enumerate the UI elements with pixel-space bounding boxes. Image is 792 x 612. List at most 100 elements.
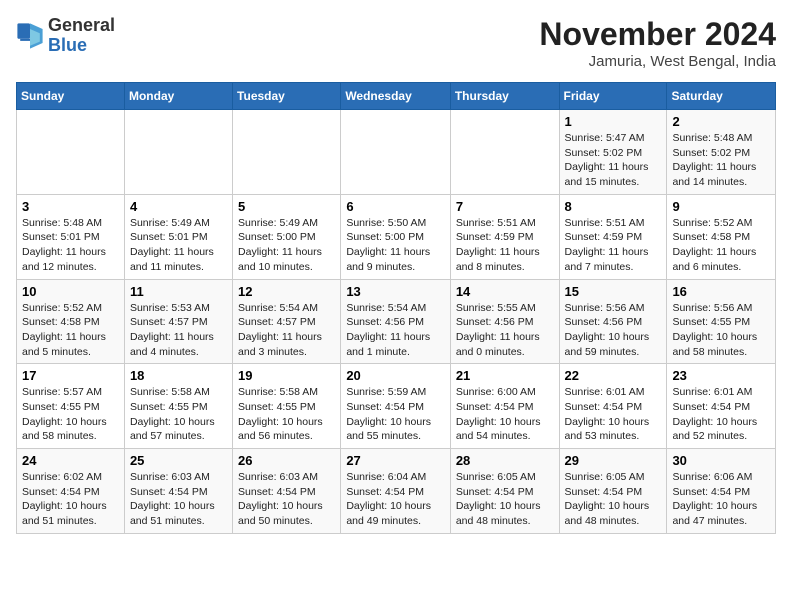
table-row: 5 Sunrise: 5:49 AMSunset: 5:00 PMDaylight…: [233, 194, 341, 279]
day-number: 8: [565, 199, 662, 214]
table-row: 9 Sunrise: 5:52 AMSunset: 4:58 PMDaylight…: [667, 194, 776, 279]
day-info: Sunrise: 5:49 AMSunset: 5:00 PMDaylight:…: [238, 216, 335, 275]
day-number: 14: [456, 284, 554, 299]
calendar-week-row: 10Sunrise: 5:52 AMSunset: 4:58 PMDayligh…: [17, 279, 776, 364]
table-row: 10Sunrise: 5:52 AMSunset: 4:58 PMDayligh…: [17, 279, 125, 364]
day-number: 13: [346, 284, 445, 299]
table-row: 23 Sunrise: 6:01 AMSunset: 4:54 PMDayligh…: [667, 364, 776, 449]
table-row: 24 Sunrise: 6:02 AMSunset: 4:54 PMDayligh…: [17, 449, 125, 534]
table-row: 8Sunrise: 5:51 AMSunset: 4:59 PMDaylight…: [559, 194, 667, 279]
table-row: 11 Sunrise: 5:53 AMSunset: 4:57 PMDayligh…: [124, 279, 232, 364]
day-number: 22: [565, 368, 662, 383]
day-number: 17: [22, 368, 119, 383]
calendar-week-row: 24 Sunrise: 6:02 AMSunset: 4:54 PMDayligh…: [17, 449, 776, 534]
col-saturday: Saturday: [667, 83, 776, 110]
calendar-header-row: Sunday Monday Tuesday Wednesday Thursday…: [17, 83, 776, 110]
table-row: [124, 110, 232, 195]
day-number: 12: [238, 284, 335, 299]
logo-blue: Blue: [48, 35, 87, 55]
table-row: 19 Sunrise: 5:58 AMSunset: 4:55 PMDayligh…: [233, 364, 341, 449]
day-number: 21: [456, 368, 554, 383]
table-row: 2Sunrise: 5:48 AMSunset: 5:02 PMDaylight…: [667, 110, 776, 195]
table-row: 27 Sunrise: 6:04 AMSunset: 4:54 PMDayligh…: [341, 449, 451, 534]
day-info: Sunrise: 5:53 AMSunset: 4:57 PMDaylight:…: [130, 301, 227, 360]
day-info: Sunrise: 5:51 AMSunset: 4:59 PMDaylight:…: [456, 216, 554, 275]
table-row: [341, 110, 451, 195]
table-row: 3 Sunrise: 5:48 AMSunset: 5:01 PMDaylight…: [17, 194, 125, 279]
table-row: 17 Sunrise: 5:57 AMSunset: 4:55 PMDayligh…: [17, 364, 125, 449]
day-info: Sunrise: 5:52 AMSunset: 4:58 PMDaylight:…: [672, 216, 770, 275]
page-header: General Blue November 2024 Jamuria, West…: [16, 16, 776, 70]
day-number: 27: [346, 453, 445, 468]
day-number: 20: [346, 368, 445, 383]
day-info: Sunrise: 6:01 AMSunset: 4:54 PMDaylight:…: [672, 385, 770, 444]
table-row: [233, 110, 341, 195]
day-info: Sunrise: 6:01 AMSunset: 4:54 PMDaylight:…: [565, 385, 662, 444]
table-row: 4 Sunrise: 5:49 AMSunset: 5:01 PMDaylight…: [124, 194, 232, 279]
day-number: 11: [130, 284, 227, 299]
logo-text: General Blue: [48, 16, 115, 56]
table-row: 18Sunrise: 5:58 AMSunset: 4:55 PMDayligh…: [124, 364, 232, 449]
table-row: 26 Sunrise: 6:03 AMSunset: 4:54 PMDayligh…: [233, 449, 341, 534]
table-row: 6 Sunrise: 5:50 AMSunset: 5:00 PMDaylight…: [341, 194, 451, 279]
day-info: Sunrise: 5:49 AMSunset: 5:01 PMDaylight:…: [130, 216, 227, 275]
day-number: 4: [130, 199, 227, 214]
day-info: Sunrise: 6:03 AMSunset: 4:54 PMDaylight:…: [130, 470, 227, 529]
day-info: Sunrise: 5:56 AMSunset: 4:56 PMDaylight:…: [565, 301, 662, 360]
day-number: 6: [346, 199, 445, 214]
table-row: 20 Sunrise: 5:59 AMSunset: 4:54 PMDayligh…: [341, 364, 451, 449]
col-sunday: Sunday: [17, 83, 125, 110]
table-row: 1 Sunrise: 5:47 AMSunset: 5:02 PMDaylight…: [559, 110, 667, 195]
day-number: 30: [672, 453, 770, 468]
day-info: Sunrise: 5:58 AMSunset: 4:55 PMDaylight:…: [130, 385, 227, 444]
table-row: 25 Sunrise: 6:03 AMSunset: 4:54 PMDayligh…: [124, 449, 232, 534]
location: Jamuria, West Bengal, India: [539, 53, 776, 70]
day-info: Sunrise: 5:59 AMSunset: 4:54 PMDaylight:…: [346, 385, 445, 444]
table-row: 13Sunrise: 5:54 AMSunset: 4:56 PMDayligh…: [341, 279, 451, 364]
col-tuesday: Tuesday: [233, 83, 341, 110]
table-row: 21Sunrise: 6:00 AMSunset: 4:54 PMDayligh…: [450, 364, 559, 449]
col-friday: Friday: [559, 83, 667, 110]
day-number: 24: [22, 453, 119, 468]
day-info: Sunrise: 5:47 AMSunset: 5:02 PMDaylight:…: [565, 131, 662, 190]
day-info: Sunrise: 5:52 AMSunset: 4:58 PMDaylight:…: [22, 301, 119, 360]
day-info: Sunrise: 5:50 AMSunset: 5:00 PMDaylight:…: [346, 216, 445, 275]
day-info: Sunrise: 6:04 AMSunset: 4:54 PMDaylight:…: [346, 470, 445, 529]
day-info: Sunrise: 6:02 AMSunset: 4:54 PMDaylight:…: [22, 470, 119, 529]
day-number: 5: [238, 199, 335, 214]
day-info: Sunrise: 6:06 AMSunset: 4:54 PMDaylight:…: [672, 470, 770, 529]
day-info: Sunrise: 5:57 AMSunset: 4:55 PMDaylight:…: [22, 385, 119, 444]
table-row: 28Sunrise: 6:05 AMSunset: 4:54 PMDayligh…: [450, 449, 559, 534]
day-info: Sunrise: 5:54 AMSunset: 4:57 PMDaylight:…: [238, 301, 335, 360]
day-info: Sunrise: 6:03 AMSunset: 4:54 PMDaylight:…: [238, 470, 335, 529]
table-row: 30 Sunrise: 6:06 AMSunset: 4:54 PMDayligh…: [667, 449, 776, 534]
day-number: 2: [672, 114, 770, 129]
calendar-week-row: 1 Sunrise: 5:47 AMSunset: 5:02 PMDaylight…: [17, 110, 776, 195]
logo-icon: [16, 22, 44, 50]
day-number: 26: [238, 453, 335, 468]
day-number: 25: [130, 453, 227, 468]
day-info: Sunrise: 5:48 AMSunset: 5:01 PMDaylight:…: [22, 216, 119, 275]
month-title: November 2024: [539, 16, 776, 53]
day-number: 1: [565, 114, 662, 129]
table-row: 7Sunrise: 5:51 AMSunset: 4:59 PMDaylight…: [450, 194, 559, 279]
col-wednesday: Wednesday: [341, 83, 451, 110]
day-number: 23: [672, 368, 770, 383]
day-info: Sunrise: 6:05 AMSunset: 4:54 PMDaylight:…: [565, 470, 662, 529]
table-row: [450, 110, 559, 195]
table-row: 15Sunrise: 5:56 AMSunset: 4:56 PMDayligh…: [559, 279, 667, 364]
logo-general: General: [48, 15, 115, 35]
day-info: Sunrise: 5:58 AMSunset: 4:55 PMDaylight:…: [238, 385, 335, 444]
col-monday: Monday: [124, 83, 232, 110]
table-row: [17, 110, 125, 195]
table-row: 22 Sunrise: 6:01 AMSunset: 4:54 PMDayligh…: [559, 364, 667, 449]
day-info: Sunrise: 5:56 AMSunset: 4:55 PMDaylight:…: [672, 301, 770, 360]
day-number: 3: [22, 199, 119, 214]
table-row: 14Sunrise: 5:55 AMSunset: 4:56 PMDayligh…: [450, 279, 559, 364]
table-row: 29Sunrise: 6:05 AMSunset: 4:54 PMDayligh…: [559, 449, 667, 534]
table-row: 12 Sunrise: 5:54 AMSunset: 4:57 PMDayligh…: [233, 279, 341, 364]
title-block: November 2024 Jamuria, West Bengal, Indi…: [539, 16, 776, 70]
day-number: 9: [672, 199, 770, 214]
day-number: 19: [238, 368, 335, 383]
day-number: 16: [672, 284, 770, 299]
